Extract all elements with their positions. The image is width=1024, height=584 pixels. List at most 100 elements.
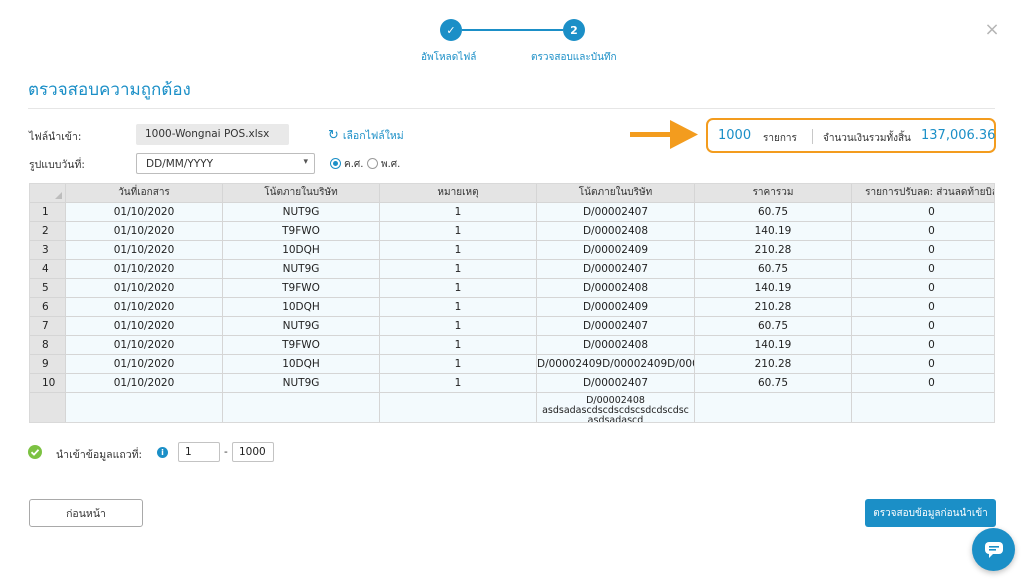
date-format-select[interactable]: DD/MM/YYYY ▾ <box>136 153 315 174</box>
table-cell[interactable]: 10DQH <box>223 355 380 374</box>
table-cell[interactable] <box>66 393 223 422</box>
table-row: 4 01/10/2020 NUT9G 1 D/00002407 60.75 0 <box>30 260 994 279</box>
table-cell[interactable]: 60.75 <box>695 317 852 336</box>
choose-new-file-link[interactable]: ↻ เลือกไฟล์ใหม่ <box>328 127 404 144</box>
refresh-icon: ↻ <box>328 127 339 143</box>
step1-check-icon: ✓ <box>440 19 462 41</box>
column-header[interactable]: วันที่เอกสาร <box>66 184 223 203</box>
table-cell[interactable]: 1 <box>380 279 537 298</box>
table-cell[interactable]: NUT9G <box>223 260 380 279</box>
table-cell[interactable]: NUT9G <box>223 374 380 393</box>
table-cell[interactable]: 60.75 <box>695 260 852 279</box>
table-cell[interactable]: 0 <box>852 241 994 260</box>
table-cell[interactable]: D/00002408 asdsadascdscdscdscsdcdscdsc a… <box>537 393 695 422</box>
table-cell[interactable]: 0 <box>852 203 994 222</box>
table-cell[interactable]: 1 <box>380 374 537 393</box>
grid-corner[interactable] <box>30 184 66 203</box>
table-cell[interactable]: 140.19 <box>695 336 852 355</box>
table-cell[interactable] <box>852 393 994 422</box>
table-cell[interactable]: 210.28 <box>695 355 852 374</box>
table-cell[interactable]: D/00002409 <box>537 298 695 317</box>
table-cell[interactable]: 210.28 <box>695 241 852 260</box>
table-cell[interactable]: 1 <box>380 298 537 317</box>
file-label: ไฟล์นำเข้า: <box>29 131 82 143</box>
column-header[interactable]: ราคารวม <box>695 184 852 203</box>
table-cell[interactable]: D/00002408 <box>537 222 695 241</box>
table-row: 10 01/10/2020 NUT9G 1 D/00002407 60.75 0 <box>30 374 994 393</box>
table-cell[interactable]: 01/10/2020 <box>66 203 223 222</box>
table-cell[interactable]: 1 <box>380 260 537 279</box>
chat-button[interactable] <box>972 528 1015 571</box>
column-header[interactable]: รายการปรับลด: ส่วนลดท้ายบิล <box>852 184 994 203</box>
table-cell[interactable] <box>695 393 852 422</box>
table-cell[interactable]: 0 <box>852 279 994 298</box>
table-cell[interactable]: 140.19 <box>695 222 852 241</box>
table-cell[interactable]: 1 <box>380 203 537 222</box>
table-cell[interactable]: 01/10/2020 <box>66 336 223 355</box>
table-cell[interactable]: NUT9G <box>223 317 380 336</box>
table-cell[interactable]: 10DQH <box>223 298 380 317</box>
table-cell[interactable] <box>223 393 380 422</box>
radio-ce[interactable] <box>330 158 341 169</box>
table-cell[interactable]: 10DQH <box>223 241 380 260</box>
column-header[interactable]: หมายเหตุ <box>380 184 537 203</box>
table-cell[interactable]: 0 <box>852 336 994 355</box>
table-cell[interactable]: 0 <box>852 355 994 374</box>
table-cell[interactable]: 210.28 <box>695 298 852 317</box>
table-cell[interactable]: 01/10/2020 <box>66 355 223 374</box>
table-row: 7 01/10/2020 NUT9G 1 D/00002407 60.75 0 <box>30 317 994 336</box>
table-cell[interactable]: 01/10/2020 <box>66 241 223 260</box>
date-format-label: รูปแบบวันที่: <box>29 159 85 171</box>
table-cell[interactable]: 0 <box>852 317 994 336</box>
table-cell[interactable]: 0 <box>852 298 994 317</box>
table-cell[interactable]: 01/10/2020 <box>66 374 223 393</box>
table-cell[interactable]: 0 <box>852 374 994 393</box>
data-grid[interactable]: วันที่เอกสาร โน้ตภายในบริษัท หมายเหตุ โน… <box>29 183 995 423</box>
table-cell[interactable] <box>380 393 537 422</box>
radio-be[interactable] <box>367 158 378 169</box>
table-cell[interactable]: 0 <box>852 222 994 241</box>
verify-before-import-button[interactable]: ตรวจสอบข้อมูลก่อนนำเข้า <box>865 499 996 527</box>
table-cell[interactable]: T9FWO <box>223 279 380 298</box>
table-cell[interactable]: 01/10/2020 <box>66 298 223 317</box>
table-row: 6 01/10/2020 10DQH 1 D/00002409 210.28 0 <box>30 298 994 317</box>
row-number: 9 <box>30 355 66 374</box>
table-cell[interactable]: 0 <box>852 260 994 279</box>
column-header[interactable]: โน้ตภายในบริษัท <box>223 184 380 203</box>
table-cell[interactable]: 1 <box>380 355 537 374</box>
table-cell[interactable]: T9FWO <box>223 336 380 355</box>
table-cell[interactable]: D/00002407 <box>537 260 695 279</box>
table-cell[interactable]: 60.75 <box>695 374 852 393</box>
row-from-input[interactable]: 1 <box>178 442 220 462</box>
table-cell[interactable]: 1 <box>380 317 537 336</box>
table-cell[interactable]: D/00002407 <box>537 317 695 336</box>
table-cell[interactable]: 01/10/2020 <box>66 260 223 279</box>
table-cell[interactable]: 01/10/2020 <box>66 317 223 336</box>
table-cell[interactable]: D/00002407 <box>537 374 695 393</box>
table-cell[interactable]: 01/10/2020 <box>66 279 223 298</box>
table-row: 9 01/10/2020 10DQH 1 D/00002409D/00002409D/0… <box>30 355 994 374</box>
table-cell[interactable]: 1 <box>380 222 537 241</box>
row-to-input[interactable]: 1000 <box>232 442 274 462</box>
table-cell[interactable]: 60.75 <box>695 203 852 222</box>
table-cell[interactable]: 01/10/2020 <box>66 222 223 241</box>
table-cell[interactable]: D/00002407 <box>537 203 695 222</box>
table-cell[interactable]: D/00002408 <box>537 336 695 355</box>
table-cell[interactable]: D/00002409D/00002409D/0000 <box>537 355 695 374</box>
check-circle-icon <box>28 445 42 459</box>
row-number: 8 <box>30 336 66 355</box>
table-cell[interactable]: NUT9G <box>223 203 380 222</box>
table-cell[interactable]: D/00002408 <box>537 279 695 298</box>
table-cell[interactable]: 1 <box>380 336 537 355</box>
table-cell[interactable]: 140.19 <box>695 279 852 298</box>
summary-box: 1000 รายการ จำนวนเงินรวมทั้งสิ้น 137,006… <box>706 118 996 153</box>
table-cell[interactable]: T9FWO <box>223 222 380 241</box>
column-header[interactable]: โน้ตภายในบริษัท <box>537 184 695 203</box>
info-icon[interactable]: i <box>157 447 168 458</box>
table-cell[interactable]: 1 <box>380 241 537 260</box>
arrow-right-icon <box>630 120 698 149</box>
close-icon[interactable]: × <box>984 21 1000 39</box>
table-cell[interactable]: D/00002409 <box>537 241 695 260</box>
table-row: 2 01/10/2020 T9FWO 1 D/00002408 140.19 0 <box>30 222 994 241</box>
back-button[interactable]: ก่อนหน้า <box>29 499 143 527</box>
